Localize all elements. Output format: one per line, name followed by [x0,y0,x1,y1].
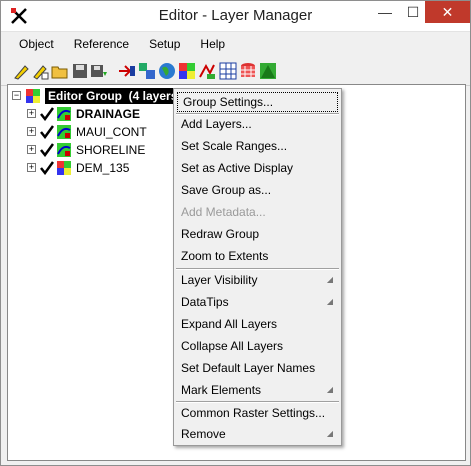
globe-icon[interactable] [158,62,176,80]
grid-icon[interactable] [219,62,237,80]
tree-layer-row[interactable]: + SHORELINE [27,141,145,158]
tree-group-row[interactable]: − Editor Group (4 layers) [12,87,185,104]
menu-item-common-raster-settings[interactable]: Common Raster Settings... [176,403,339,423]
layer-name[interactable]: MAUI_CONT [76,125,147,139]
add-layer-icon[interactable] [118,62,136,80]
map-icon[interactable] [259,62,277,80]
group-label[interactable]: Editor Group (4 layers) [45,87,185,104]
raster-icon[interactable] [178,62,196,80]
submenu-arrow-icon: ◢ [326,385,333,394]
tree-layer-row[interactable]: + DEM_135 [27,159,129,176]
title-bar[interactable]: Editor - Layer Manager — ☐ ✕ [1,1,470,32]
menu-item-collapse-all-layers[interactable]: Collapse All Layers [176,336,339,356]
database-icon[interactable] [239,62,257,80]
raster-layer-icon [57,160,71,175]
expand-layer-button[interactable]: + [27,127,36,136]
tree-layer-row[interactable]: + DRAINAGE [27,105,140,122]
vector-layer-icon [57,124,71,139]
vector-layer-icon [57,142,71,157]
layer-name[interactable]: SHORELINE [76,143,145,157]
maximize-button[interactable]: ☐ [399,1,427,23]
context-menu: Group Settings... Add Layers... Set Scal… [173,88,342,446]
minimize-button[interactable]: — [371,1,399,23]
tree-layer-row[interactable]: + MAUI_CONT [27,123,147,140]
menu-item-redraw-group[interactable]: Redraw Group [176,224,339,244]
open-folder-icon[interactable] [51,62,69,80]
menu-bar: Object Reference Setup Help [1,33,470,55]
menu-item-set-active-display[interactable]: Set as Active Display [176,158,339,178]
menu-item-set-default-layer-names[interactable]: Set Default Layer Names [176,358,339,378]
menu-item-group-settings[interactable]: Group Settings... [177,92,338,112]
menu-item-remove[interactable]: Remove ◢ [176,424,339,444]
menu-item-label: Mark Elements [181,383,262,397]
visibility-check-icon[interactable] [40,142,54,157]
submenu-arrow-icon: ◢ [326,297,333,306]
menu-object[interactable]: Object [9,33,64,55]
save-as-icon[interactable] [90,62,108,80]
visibility-check-icon[interactable] [40,160,54,175]
menu-item-set-scale-ranges[interactable]: Set Scale Ranges... [176,136,339,156]
menu-item-layer-visibility[interactable]: Layer Visibility ◢ [176,270,339,290]
submenu-arrow-icon: ◢ [326,275,333,284]
expand-layer-button[interactable]: + [27,109,36,118]
layer-controls-icon[interactable] [138,62,156,80]
menu-item-label: DataTips [181,295,229,309]
submenu-arrow-icon: ◢ [326,429,333,438]
toolbar [1,56,470,86]
vector-layer-icon [57,106,71,121]
layer-name[interactable]: DEM_135 [76,161,129,175]
menu-setup[interactable]: Setup [139,33,190,55]
layer-manager-window: Editor - Layer Manager — ☐ ✕ Object Refe… [0,0,471,466]
collapse-group-button[interactable]: − [12,91,21,100]
visibility-check-icon[interactable] [40,106,54,121]
visibility-check-icon[interactable] [40,124,54,139]
menu-item-add-layers[interactable]: Add Layers... [176,114,339,134]
expand-layer-button[interactable]: + [27,163,36,172]
menu-item-save-group-as[interactable]: Save Group as... [176,180,339,200]
save-icon[interactable] [71,62,89,80]
edit-icon[interactable] [32,62,50,80]
menu-item-label: Layer Visibility [181,273,258,287]
draw-icon[interactable] [13,62,31,80]
group-icon [26,88,40,103]
layer-name[interactable]: DRAINAGE [76,107,140,121]
menu-reference[interactable]: Reference [64,33,139,55]
menu-item-mark-elements[interactable]: Mark Elements ◢ [176,380,339,400]
menu-item-expand-all-layers[interactable]: Expand All Layers [176,314,339,334]
menu-help[interactable]: Help [190,33,235,55]
menu-item-datatips[interactable]: DataTips ◢ [176,292,339,312]
close-button[interactable]: ✕ [425,1,470,23]
menu-item-label: Remove [181,427,226,441]
menu-item-zoom-to-extents[interactable]: Zoom to Extents [176,246,339,266]
expand-layer-button[interactable]: + [27,145,36,154]
vector-icon[interactable] [198,62,216,80]
menu-item-add-metadata: Add Metadata... [181,205,266,219]
